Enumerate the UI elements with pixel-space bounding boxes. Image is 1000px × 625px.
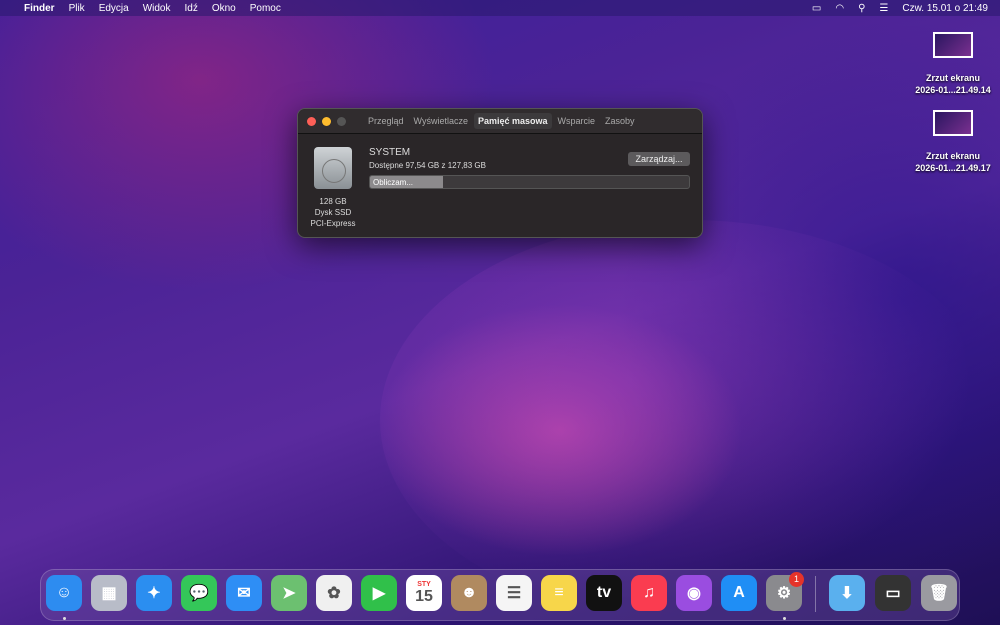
- menu-idz[interactable]: Idź: [185, 3, 198, 14]
- maps-icon: ➤: [282, 585, 296, 602]
- tab-wyswietlacze[interactable]: Wyświetlacze: [410, 113, 472, 129]
- screenshot-thumbnail: [933, 32, 973, 58]
- notification-badge: 1: [789, 572, 804, 587]
- system-preferences-icon: ⚙: [776, 585, 792, 602]
- facetime-icon: ▶: [372, 585, 386, 602]
- dock-separator: [815, 576, 816, 612]
- battery-icon[interactable]: ▭: [812, 3, 821, 14]
- tv-icon: tv: [596, 584, 612, 601]
- about-this-mac-window: Przegląd Wyświetlacze Pamięć masowa Wspa…: [297, 108, 703, 238]
- dock-photos[interactable]: ✿: [316, 575, 352, 611]
- podcasts-icon: ◉: [687, 585, 701, 602]
- safari-icon: ✦: [147, 585, 161, 602]
- dock-podcasts[interactable]: ◉: [676, 575, 712, 611]
- wallpaper-wave: [380, 220, 1000, 620]
- manage-button[interactable]: Zarządzaj...: [628, 152, 690, 166]
- disk-interface: PCI-Express: [310, 219, 356, 228]
- dock-reminders[interactable]: ☰: [496, 575, 532, 611]
- title-bar: Przegląd Wyświetlacze Pamięć masowa Wspa…: [298, 109, 702, 134]
- menu-finder[interactable]: Finder: [24, 3, 55, 14]
- running-indicator: [783, 617, 786, 620]
- contacts-icon: ☻: [460, 584, 478, 601]
- tab-wsparcie[interactable]: Wsparcie: [554, 113, 600, 129]
- clock[interactable]: Czw. 15.01 o 21:49: [902, 3, 988, 14]
- dock-calendar[interactable]: STY 15: [406, 575, 442, 611]
- tab-zasoby[interactable]: Zasoby: [601, 113, 639, 129]
- tab-pamiec-masowa[interactable]: Pamięć masowa: [473, 113, 552, 129]
- file-name: Zrzut ekranu: [925, 151, 980, 161]
- downloads-icon: ⬇: [840, 585, 854, 602]
- tab-przeglad[interactable]: Przegląd: [364, 113, 408, 129]
- notes-icon: ≡: [554, 584, 564, 601]
- dock-messages[interactable]: 💬: [181, 575, 217, 611]
- screenshots-stack-icon: ▭: [885, 585, 901, 602]
- menu-widok[interactable]: Widok: [143, 3, 171, 14]
- running-indicator: [63, 617, 66, 620]
- dock-app-store[interactable]: A: [721, 575, 757, 611]
- menu-pomoc[interactable]: Pomoc: [250, 3, 281, 14]
- dock-facetime[interactable]: ▶: [361, 575, 397, 611]
- close-button[interactable]: [307, 116, 316, 126]
- storage-bar: Obliczam...: [369, 175, 690, 189]
- finder-icon: ☺: [55, 584, 73, 601]
- volume-name: SYSTEM: [369, 147, 411, 158]
- dock-finder[interactable]: ☺: [46, 575, 82, 611]
- dock-maps[interactable]: ➤: [271, 575, 307, 611]
- menu-bar: Finder Plik Edycja Widok Idź Okno Pomoc …: [0, 0, 1000, 16]
- search-icon[interactable]: ⚲: [858, 3, 865, 14]
- disk-size: 128 GB: [319, 197, 347, 206]
- screenshot-thumbnail: [933, 110, 973, 136]
- storage-bar-fill: Obliczam...: [370, 176, 444, 188]
- menu-okno[interactable]: Okno: [212, 3, 236, 14]
- minimize-button[interactable]: [322, 116, 331, 126]
- calendar-icon: 15: [415, 587, 433, 605]
- trash-icon: 🗑: [928, 585, 950, 602]
- menu-plik[interactable]: Plik: [69, 3, 85, 14]
- zoom-button[interactable]: [337, 116, 346, 126]
- dock-launchpad[interactable]: ▦: [91, 575, 127, 611]
- calendar-month: STY: [417, 580, 431, 588]
- file-name-sub: 2026-01...21.49.14: [915, 85, 991, 95]
- hard-drive-icon: [314, 147, 352, 189]
- disk-info: 128 GB Dysk SSD PCI-Express: [304, 196, 362, 229]
- app-store-icon: A: [733, 584, 745, 601]
- file-name-sub: 2026-01...21.49.17: [915, 163, 991, 173]
- dock-screenshots-stack[interactable]: ▭: [875, 575, 911, 611]
- dock-contacts[interactable]: ☻: [451, 575, 487, 611]
- messages-icon: 💬: [189, 585, 209, 602]
- dock-notes[interactable]: ≡: [541, 575, 577, 611]
- mail-icon: ✉: [237, 585, 251, 602]
- music-icon: ♫: [643, 584, 655, 601]
- disk-type: Dysk SSD: [314, 208, 352, 217]
- dock-downloads[interactable]: ⬇: [829, 575, 865, 611]
- reminders-icon: ☰: [506, 585, 522, 602]
- dock-music[interactable]: ♫: [631, 575, 667, 611]
- dock-trash[interactable]: 🗑: [921, 575, 957, 611]
- menu-edycja[interactable]: Edycja: [99, 3, 129, 14]
- control-center-icon[interactable]: ☰: [879, 3, 888, 14]
- dock-safari[interactable]: ✦: [136, 575, 172, 611]
- launchpad-icon: ▦: [101, 585, 117, 602]
- available-space: Dostępne 97,54 GB z 127,83 GB: [369, 161, 486, 170]
- dock-mail[interactable]: ✉: [226, 575, 262, 611]
- desktop-file[interactable]: Zrzut ekranu 2026-01...21.49.14: [908, 32, 998, 96]
- file-name: Zrzut ekranu: [925, 73, 980, 83]
- desktop-file[interactable]: Zrzut ekranu 2026-01...21.49.17: [908, 110, 998, 174]
- dock-tv[interactable]: tv: [586, 575, 622, 611]
- wifi-icon[interactable]: ◠: [835, 3, 844, 14]
- photos-icon: ✿: [327, 585, 341, 602]
